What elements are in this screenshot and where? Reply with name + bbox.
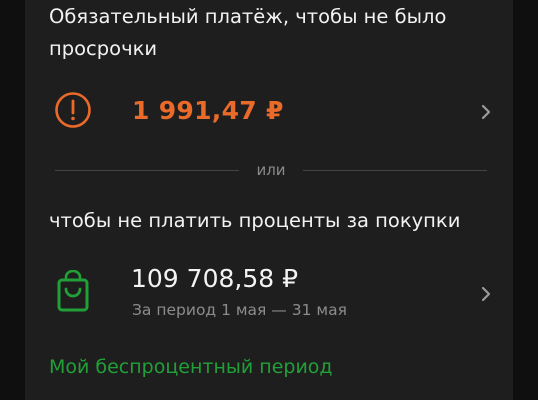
- full-payment-amount: 109 708,58 ₽: [131, 264, 298, 293]
- divider-line-left: [55, 170, 239, 171]
- interest-free-period-link[interactable]: Мой беспроцентный период: [49, 353, 333, 381]
- mandatory-payment-heading: Обязательный платёж, чтобы не было проср…: [49, 5, 447, 60]
- full-payment-heading: чтобы не платить проценты за покупки: [49, 209, 461, 232]
- payment-card: Обязательный платёж, чтобы не было проср…: [25, 0, 513, 400]
- chevron-right-icon: [481, 286, 491, 302]
- billing-period-text: За период 1 мая — 31 мая: [132, 301, 347, 319]
- shopping-bag-icon: [57, 270, 89, 312]
- exclamation-circle-icon: [55, 92, 91, 128]
- or-divider: или: [55, 158, 487, 182]
- or-divider-label: или: [256, 161, 286, 179]
- full-payment-row[interactable]: 109 708,58 ₽ За период 1 мая — 31 мая: [25, 252, 513, 337]
- chevron-right-icon: [481, 104, 491, 120]
- divider-line-right: [303, 170, 487, 171]
- mandatory-payment-amount: 1 991,47 ₽: [132, 96, 284, 125]
- mandatory-payment-row[interactable]: 1 991,47 ₽: [25, 82, 513, 142]
